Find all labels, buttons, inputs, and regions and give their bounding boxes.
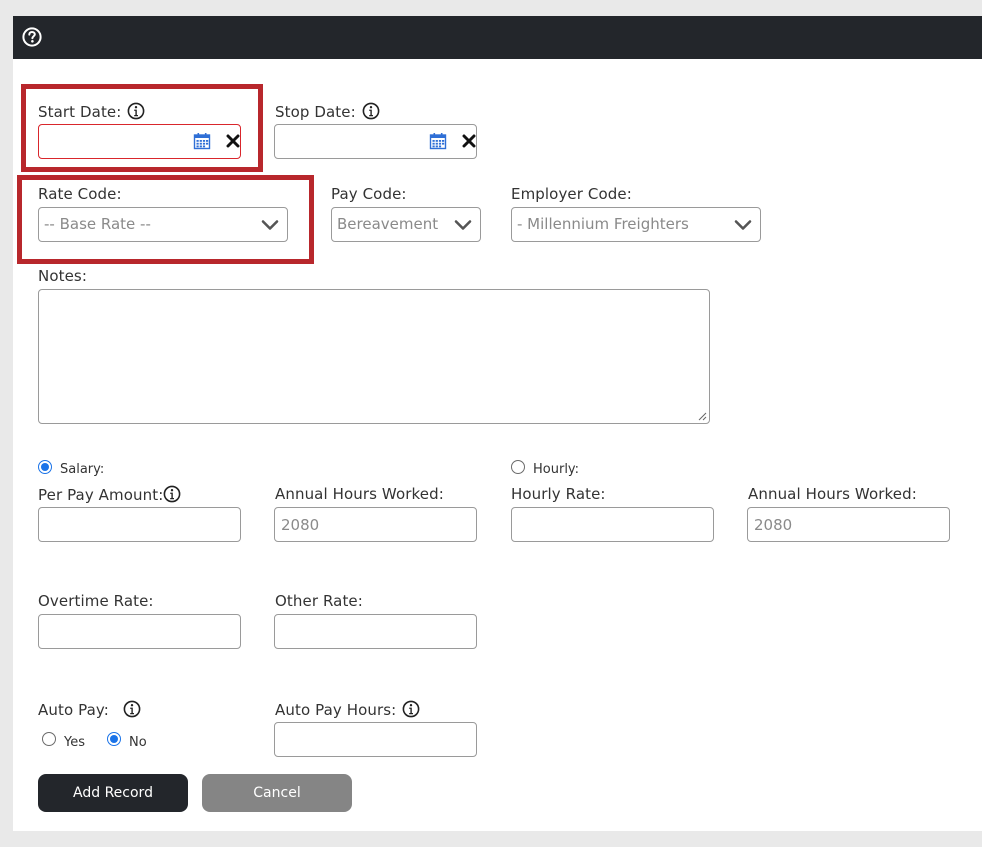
per-pay-amount-input[interactable] bbox=[38, 507, 241, 542]
notes-textarea[interactable] bbox=[38, 289, 710, 424]
hourly-rate-input[interactable] bbox=[511, 507, 714, 542]
hourly-annual-hours-label: Annual Hours Worked: bbox=[748, 485, 917, 503]
clear-icon[interactable] bbox=[226, 134, 240, 148]
overtime-rate-label: Overtime Rate: bbox=[38, 592, 154, 610]
employer-code-value: - Millennium Freighters bbox=[517, 215, 689, 233]
auto-pay-label: Auto Pay: bbox=[38, 700, 141, 719]
pay-code-value: Bereavement bbox=[337, 215, 439, 233]
top-bar bbox=[13, 16, 982, 59]
pay-code-label: Pay Code: bbox=[331, 185, 407, 203]
auto-pay-yes-radio[interactable] bbox=[42, 732, 56, 746]
per-pay-amount-label: Per Pay Amount: bbox=[38, 485, 181, 504]
calendar-icon[interactable] bbox=[429, 132, 447, 150]
salary-label: Salary: bbox=[60, 462, 105, 477]
cancel-button[interactable]: Cancel bbox=[202, 774, 352, 812]
other-rate-label: Other Rate: bbox=[275, 592, 363, 610]
hourly-rate-label: Hourly Rate: bbox=[511, 485, 606, 503]
info-icon[interactable] bbox=[402, 700, 420, 718]
info-icon[interactable] bbox=[123, 700, 141, 718]
stop-date-label: Stop Date: bbox=[275, 102, 380, 121]
rate-code-select[interactable]: -- Base Rate -- bbox=[38, 207, 288, 242]
auto-pay-no-radio[interactable] bbox=[107, 732, 121, 746]
info-icon[interactable] bbox=[163, 485, 181, 503]
employer-code-label: Employer Code: bbox=[511, 185, 632, 203]
auto-pay-yes-label: Yes bbox=[64, 735, 85, 750]
hourly-label: Hourly: bbox=[533, 462, 580, 477]
auto-pay-no-label: No bbox=[129, 735, 147, 750]
salary-radio[interactable] bbox=[38, 460, 52, 474]
hourly-radio[interactable] bbox=[511, 460, 525, 474]
notes-label: Notes: bbox=[38, 267, 87, 285]
salary-annual-hours-label: Annual Hours Worked: bbox=[275, 485, 444, 503]
help-icon[interactable] bbox=[22, 27, 42, 47]
add-record-button[interactable]: Add Record bbox=[38, 774, 188, 812]
salary-annual-hours-input[interactable] bbox=[274, 507, 477, 542]
rate-code-value: -- Base Rate -- bbox=[44, 215, 151, 233]
pay-code-select[interactable]: Bereavement bbox=[331, 207, 481, 242]
info-icon[interactable] bbox=[127, 102, 145, 120]
resize-grip-icon[interactable] bbox=[697, 411, 707, 421]
calendar-icon[interactable] bbox=[193, 132, 211, 150]
chevron-down-icon bbox=[261, 217, 279, 233]
clear-icon[interactable] bbox=[462, 134, 476, 148]
hourly-annual-hours-input[interactable] bbox=[747, 507, 950, 542]
chevron-down-icon bbox=[454, 217, 472, 233]
overtime-rate-input[interactable] bbox=[38, 614, 241, 649]
rate-code-label: Rate Code: bbox=[38, 185, 122, 203]
chevron-down-icon bbox=[734, 217, 752, 233]
employer-code-select[interactable]: - Millennium Freighters bbox=[511, 207, 761, 242]
auto-pay-hours-label: Auto Pay Hours: bbox=[275, 700, 420, 719]
other-rate-input[interactable] bbox=[274, 614, 477, 649]
start-date-label: Start Date: bbox=[38, 102, 145, 121]
auto-pay-hours-input[interactable] bbox=[274, 722, 477, 757]
info-icon[interactable] bbox=[362, 102, 380, 120]
